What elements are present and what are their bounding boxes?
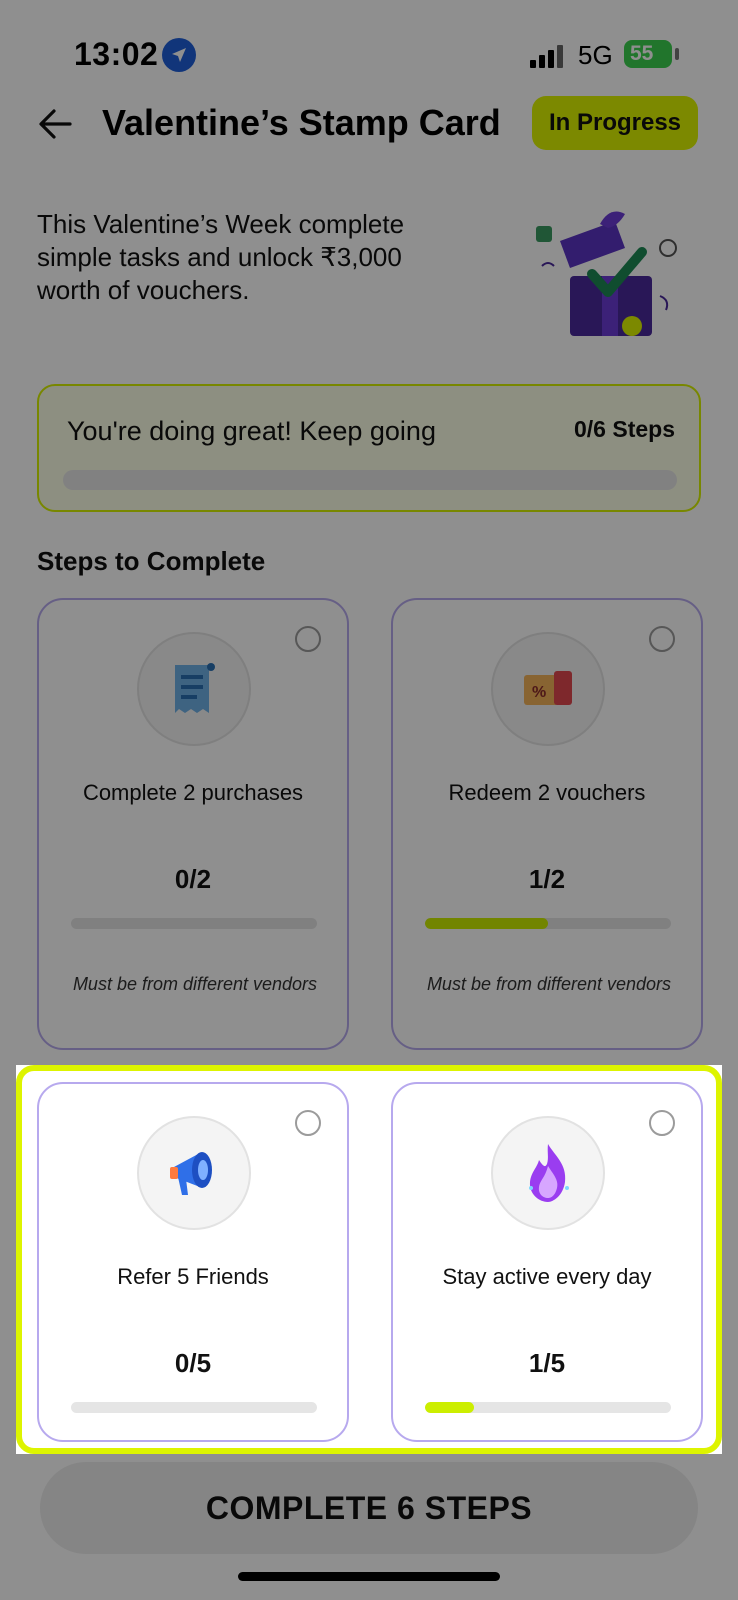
dim-overlay-right [722, 1065, 738, 1454]
back-arrow-icon[interactable] [36, 104, 76, 144]
step-progress-fill [425, 918, 548, 929]
battery-cap [675, 48, 679, 60]
step-count: 0/5 [174, 1348, 212, 1378]
step-title: Stay active every day [442, 1264, 652, 1289]
status-badge: In Progress [532, 96, 698, 150]
intro-text: This Valentine’s Week complete simple ta… [37, 209, 405, 305]
step-checkbox[interactable] [295, 1110, 321, 1136]
step-count: 1/5 [528, 1348, 566, 1378]
signal-icon [530, 44, 566, 68]
step-title: Refer 5 Friends [117, 1264, 269, 1289]
step-title: Redeem 2 vouchers [448, 780, 646, 805]
network-label: 5G [578, 40, 613, 70]
megaphone-icon [137, 1116, 251, 1230]
step-progress-bar [425, 918, 671, 929]
progress-message: You're doing great! Keep going [67, 416, 436, 446]
step-checkbox[interactable] [649, 1110, 675, 1136]
steps-section-title: Steps to Complete [37, 546, 266, 576]
step-checkbox[interactable] [295, 626, 321, 652]
progress-steps-label: 0/6 Steps [574, 416, 675, 442]
overall-progress-bar [63, 470, 677, 490]
status-time: 13:02 [74, 36, 159, 72]
receipt-icon [137, 632, 251, 746]
step-note: Must be from different vendors [72, 974, 318, 994]
complete-steps-button[interactable]: COMPLETE 6 STEPS [40, 1462, 698, 1554]
step-card-vouchers[interactable]: % Redeem 2 vouchers 1/2 Must be from dif… [391, 598, 703, 1050]
battery-level: 55 [630, 42, 654, 65]
dim-overlay-left [0, 1065, 16, 1454]
step-title: Complete 2 purchases [82, 780, 304, 805]
battery-icon: 55 [624, 40, 672, 68]
gift-box-illustration [530, 196, 700, 346]
step-progress-fill [425, 1402, 475, 1413]
step-count: 0/2 [174, 864, 212, 894]
step-card-stay-active[interactable]: Stay active every day 1/5 [391, 1082, 703, 1442]
overall-progress-card: You're doing great! Keep going 0/6 Steps [37, 384, 701, 512]
step-progress-bar [425, 1402, 671, 1413]
step-note: Must be from different vendors [426, 974, 672, 994]
voucher-icon: % [491, 632, 605, 746]
home-indicator[interactable] [238, 1572, 500, 1581]
fire-icon [491, 1116, 605, 1230]
step-count: 1/2 [528, 864, 566, 894]
page-title: Valentine’s Stamp Card [102, 102, 501, 143]
step-card-purchases[interactable]: Complete 2 purchases 0/2 Must be from di… [37, 598, 349, 1050]
status-bar: 13:02 5G 55 [0, 0, 738, 110]
location-arrow-icon [162, 38, 196, 72]
svg-text:%: % [532, 684, 546, 701]
step-progress-bar [71, 918, 317, 929]
step-card-refer-friends[interactable]: Refer 5 Friends 0/5 [37, 1082, 349, 1442]
step-checkbox[interactable] [649, 626, 675, 652]
step-progress-bar [71, 1402, 317, 1413]
